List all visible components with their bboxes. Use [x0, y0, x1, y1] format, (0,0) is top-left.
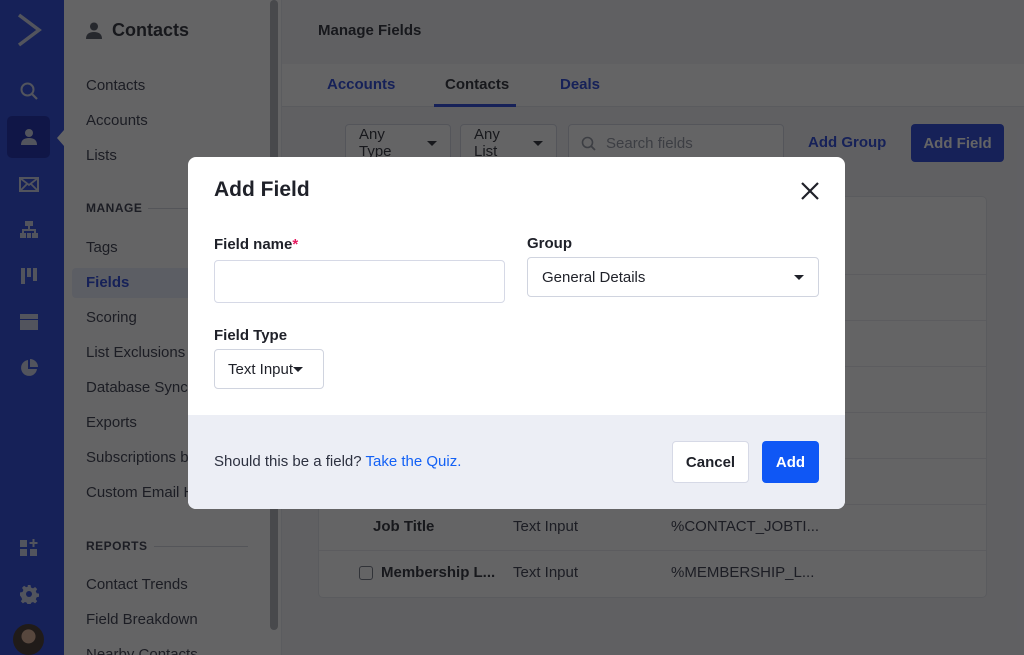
quiz-note: Should this be a field? Take the Quiz.: [214, 453, 461, 470]
close-icon: [801, 182, 819, 200]
field-type-select[interactable]: Text Input: [214, 349, 324, 389]
take-quiz-link[interactable]: Take the Quiz.: [366, 453, 462, 470]
required-marker: *: [292, 236, 299, 253]
add-button[interactable]: Add: [762, 441, 819, 483]
add-field-modal: Add Field Field name* Group General Deta…: [188, 157, 845, 509]
caret-down-icon: [293, 366, 304, 372]
field-name-input[interactable]: [214, 260, 505, 303]
quiz-question: Should this be a field?: [214, 453, 362, 470]
modal-footer: Should this be a field? Take the Quiz. C…: [188, 415, 845, 509]
field-type-label: Field Type: [214, 327, 288, 344]
field-name-label-text: Field name: [214, 236, 293, 253]
caret-down-icon: [794, 274, 804, 280]
field-name-label: Field name*: [214, 236, 298, 253]
group-select-value: General Details: [542, 268, 646, 286]
cancel-button[interactable]: Cancel: [672, 441, 749, 483]
modal-title: Add Field: [214, 178, 310, 201]
field-type-value: Text Input: [228, 360, 294, 378]
close-button[interactable]: [799, 180, 821, 202]
group-label: Group: [527, 235, 572, 252]
group-select[interactable]: General Details: [527, 257, 819, 297]
